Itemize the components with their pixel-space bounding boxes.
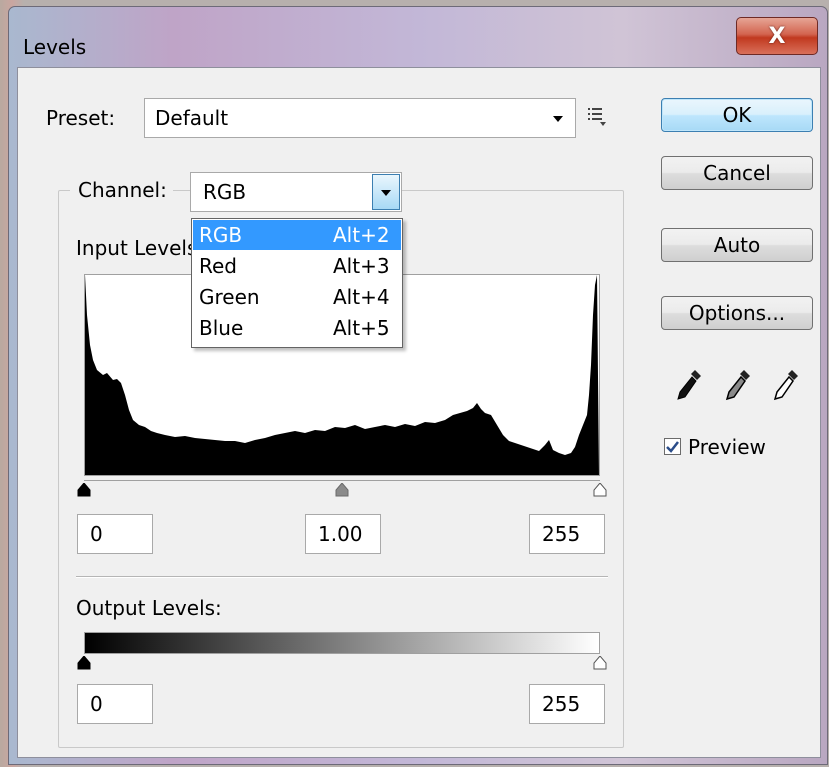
close-icon: X	[768, 23, 786, 49]
menu-item-shortcut: Alt+4	[333, 285, 390, 309]
input-black-field[interactable]: 0	[77, 514, 153, 554]
black-point-eyedropper-icon[interactable]	[675, 368, 703, 402]
output-black-field[interactable]: 0	[77, 684, 153, 724]
close-button[interactable]: X	[736, 17, 818, 55]
input-gamma-field[interactable]: 1.00	[305, 514, 381, 554]
input-slider-track	[84, 480, 600, 481]
ok-button[interactable]: OK	[661, 98, 813, 132]
preset-label: Preset:	[46, 106, 116, 130]
output-black-slider[interactable]	[77, 655, 91, 670]
menu-item-shortcut: Alt+3	[333, 254, 390, 278]
menu-item-shortcut: Alt+5	[333, 316, 390, 340]
separator	[76, 576, 608, 578]
preview-label: Preview	[688, 435, 766, 459]
menu-item-green[interactable]: Green Alt+4	[193, 282, 401, 312]
input-white-field[interactable]: 255	[529, 514, 605, 554]
preset-value: Default	[155, 106, 229, 130]
output-white-slider[interactable]	[593, 655, 607, 670]
channel-value: RGB	[203, 180, 247, 204]
menu-item-rgb[interactable]: RGB Alt+2	[193, 220, 401, 250]
options-button[interactable]: Options...	[661, 296, 813, 330]
checkmark-icon	[666, 441, 679, 453]
preset-select[interactable]: Default	[144, 98, 576, 138]
menu-item-label: Red	[199, 254, 237, 278]
menu-item-label: Blue	[199, 316, 244, 340]
menu-item-red[interactable]: Red Alt+3	[193, 251, 401, 281]
channel-label: Channel:	[70, 178, 173, 202]
input-gamma-slider[interactable]	[335, 482, 349, 497]
channel-dropdown-menu: RGB Alt+2 Red Alt+3 Green Alt+4 Blue Alt…	[191, 218, 403, 348]
auto-button[interactable]: Auto	[661, 228, 813, 262]
output-white-field[interactable]: 255	[529, 684, 605, 724]
preview-checkbox[interactable]	[664, 438, 681, 455]
cancel-button[interactable]: Cancel	[661, 156, 813, 190]
channel-select[interactable]: RGB	[190, 172, 402, 212]
preset-options-icon[interactable]	[588, 106, 608, 128]
window-title: Levels	[23, 35, 87, 59]
menu-item-shortcut: Alt+2	[333, 223, 390, 247]
chevron-down-icon	[553, 116, 563, 122]
menu-item-blue[interactable]: Blue Alt+5	[193, 313, 401, 343]
output-levels-label: Output Levels:	[76, 596, 222, 620]
levels-dialog: Levels X Preset: Default OK Cancel Auto …	[8, 6, 828, 765]
dialog-body: Preset: Default OK Cancel Auto Options..…	[17, 67, 821, 758]
output-gradient	[84, 632, 600, 654]
chevron-down-icon	[381, 190, 391, 196]
white-point-eyedropper-icon[interactable]	[772, 368, 800, 402]
input-black-slider[interactable]	[77, 482, 91, 497]
input-levels-label: Input Levels:	[76, 236, 205, 260]
menu-item-label: RGB	[199, 223, 243, 247]
gray-point-eyedropper-icon[interactable]	[724, 368, 752, 402]
dropdown-button[interactable]	[372, 174, 400, 210]
menu-item-label: Green	[199, 285, 260, 309]
input-white-slider[interactable]	[593, 482, 607, 497]
